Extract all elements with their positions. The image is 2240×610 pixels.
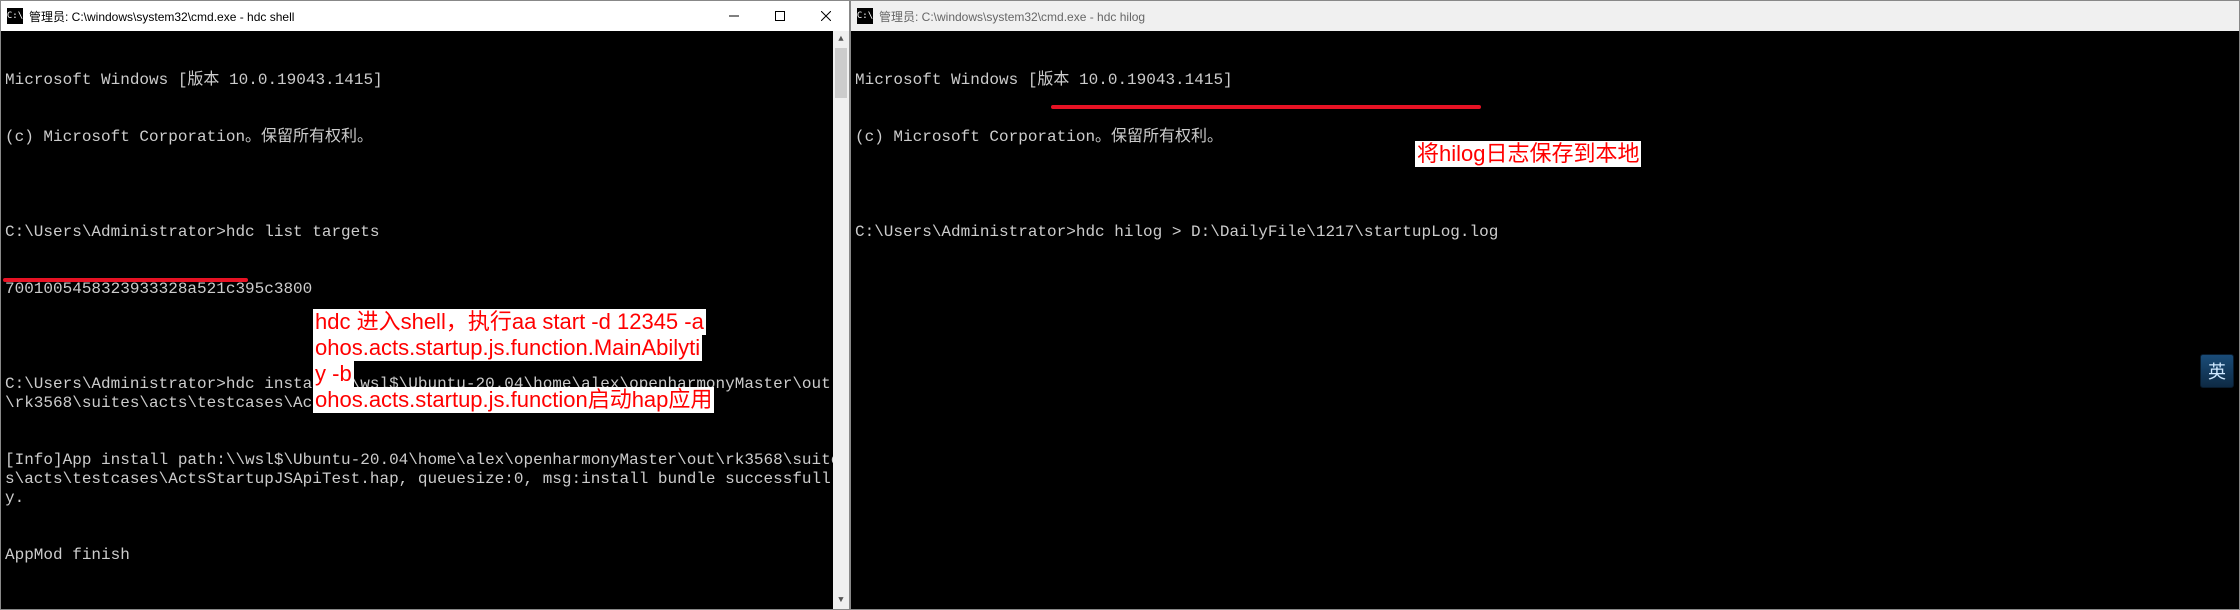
title-bar[interactable]: C:\ 管理员: C:\windows\system32\cmd.exe - h… [1, 1, 849, 31]
cmd-icon: C:\ [857, 8, 873, 24]
annotation-text: ohos.acts.startup.js.function启动hap应用 [313, 387, 714, 413]
scroll-track[interactable] [833, 48, 849, 592]
close-button[interactable] [803, 1, 849, 31]
annotation-text: hdc 进入shell，执行aa start -d 12345 -a [313, 309, 706, 335]
maximize-icon [775, 11, 785, 21]
cmd-icon: C:\ [7, 8, 23, 24]
close-icon [821, 11, 831, 21]
terminal-line: Microsoft Windows [版本 10.0.19043.1415] [855, 71, 2235, 90]
terminal-line: (c) Microsoft Corporation。保留所有权利。 [5, 128, 845, 147]
window-title: 管理员: C:\windows\system32\cmd.exe - hdc s… [29, 8, 294, 25]
terminal-line: Microsoft Windows [版本 10.0.19043.1415] [5, 71, 845, 90]
terminal-line: 7001005458323933328a521c395c3800 [5, 280, 845, 299]
annotation-text: ohos.acts.startup.js.function.MainAbilyt… [313, 335, 702, 361]
scroll-up-button[interactable]: ▲ [833, 31, 849, 48]
terminal-line: C:\Users\Administrator>hdc hilog > D:\Da… [855, 223, 2235, 242]
ime-indicator[interactable]: 英 [2200, 354, 2234, 388]
scrollbar[interactable]: ▲ ▼ [833, 31, 849, 609]
terminal-line: [Info]App install path:\\wsl$\Ubuntu-20.… [5, 451, 845, 508]
maximize-button[interactable] [757, 1, 803, 31]
window-title: 管理员: C:\windows\system32\cmd.exe - hdc h… [879, 8, 1145, 25]
minimize-icon [729, 11, 739, 21]
cmd-window-left: C:\ 管理员: C:\windows\system32\cmd.exe - h… [0, 0, 850, 610]
terminal-line: AppMod finish [5, 546, 845, 565]
terminal-line: C:\Users\Administrator>hdc list targets [5, 223, 845, 242]
terminal-output[interactable]: Microsoft Windows [版本 10.0.19043.1415] (… [1, 31, 849, 609]
annotation-text: 将hilog日志保存到本地 [1415, 141, 1641, 167]
minimize-button[interactable] [711, 1, 757, 31]
scroll-thumb[interactable] [835, 48, 847, 98]
terminal-output[interactable]: Microsoft Windows [版本 10.0.19043.1415] (… [851, 31, 2239, 609]
annotation-underline [3, 278, 248, 282]
annotation-underline [1051, 105, 1481, 109]
cmd-window-right: C:\ 管理员: C:\windows\system32\cmd.exe - h… [850, 0, 2240, 610]
title-bar[interactable]: C:\ 管理员: C:\windows\system32\cmd.exe - h… [851, 1, 2239, 31]
annotation-text: y -b [313, 361, 354, 387]
scroll-down-button[interactable]: ▼ [833, 592, 849, 609]
